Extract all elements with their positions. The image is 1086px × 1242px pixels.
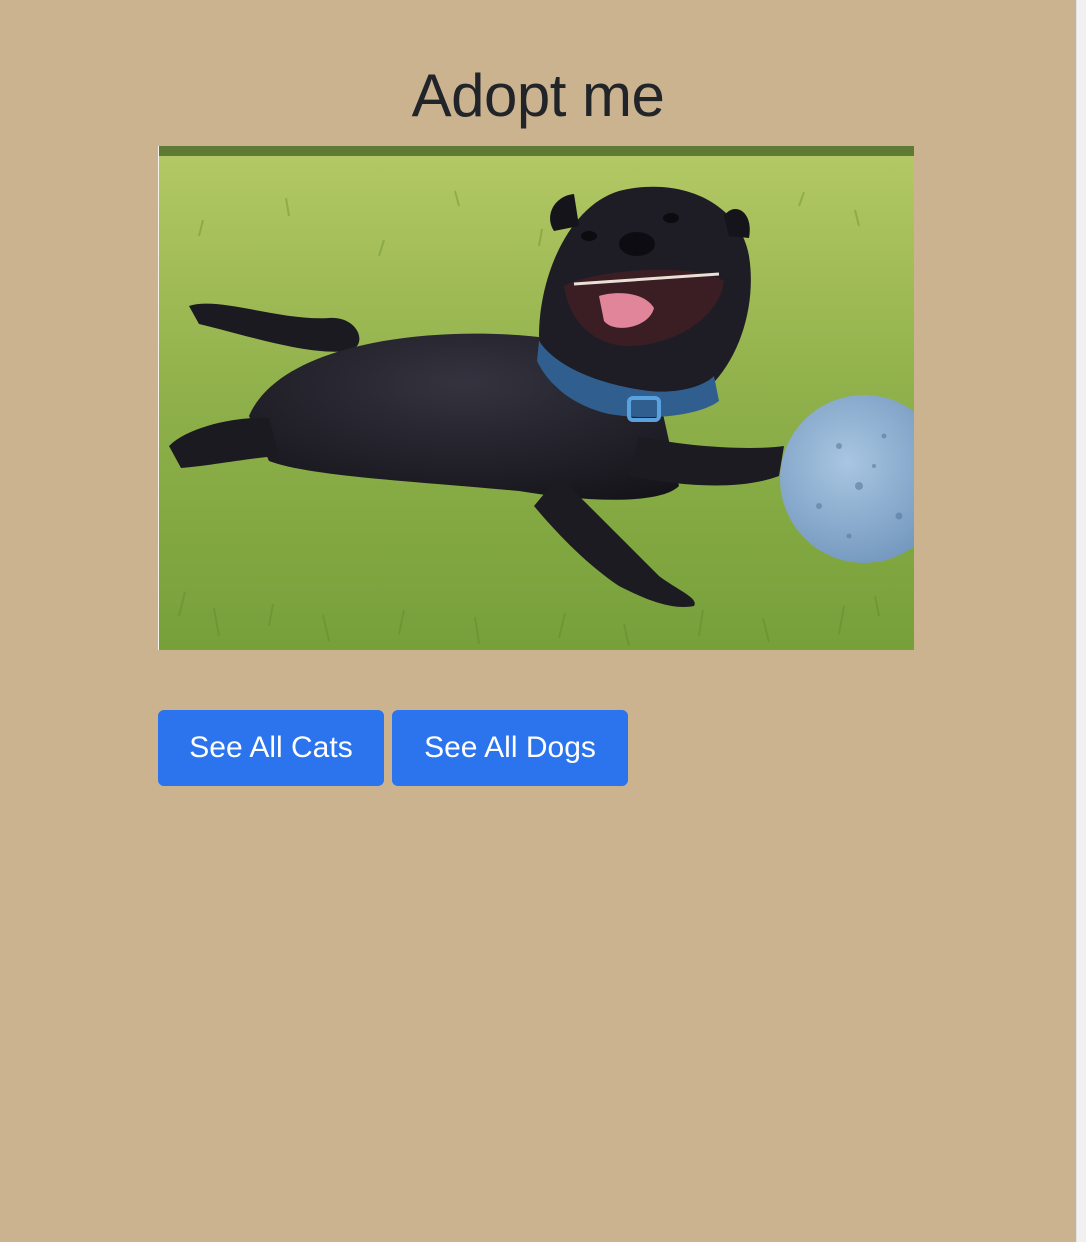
dog-photo: [158, 146, 914, 650]
button-row: See All Cats See All Dogs: [158, 710, 628, 786]
see-all-dogs-button[interactable]: See All Dogs: [392, 710, 628, 786]
scrollbar[interactable]: [1076, 0, 1086, 1242]
grass-edge: [159, 146, 914, 156]
dog-nose: [619, 232, 655, 256]
page-title: Adopt me: [411, 62, 665, 129]
see-all-cats-button[interactable]: See All Cats: [158, 710, 384, 786]
dog-photo-illustration: [159, 146, 914, 650]
dog-eye-right: [663, 213, 679, 223]
dog-eye-left: [581, 231, 597, 241]
